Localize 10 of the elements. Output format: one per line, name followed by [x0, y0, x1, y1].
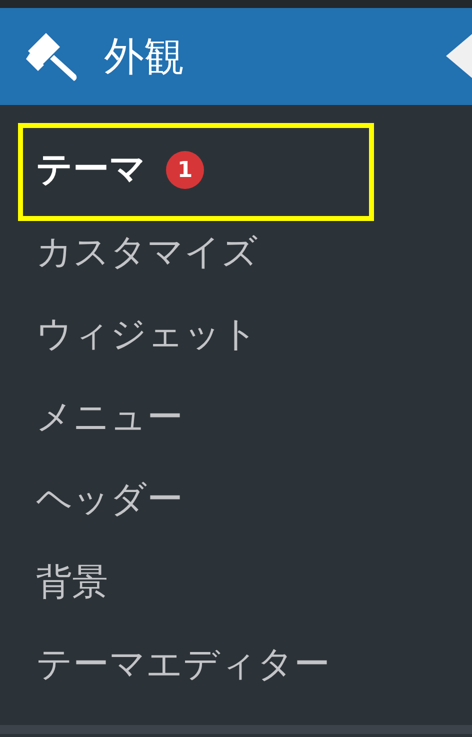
menu-header[interactable]: 外観	[0, 8, 472, 105]
submenu-item[interactable]: テーマ	[36, 152, 146, 188]
submenu-item[interactable]: ヘッダー	[36, 482, 183, 518]
submenu-item[interactable]: テーマエディター	[36, 647, 330, 684]
submenu-item[interactable]: ウィジェット	[36, 317, 258, 354]
submenu-item[interactable]: 背景	[36, 564, 108, 601]
menu-label: 外観	[104, 36, 184, 76]
count-badge: 1	[166, 151, 204, 190]
submenu-item[interactable]: メニュー	[36, 400, 183, 436]
submenu-item[interactable]: カスタマイズ	[36, 234, 258, 271]
